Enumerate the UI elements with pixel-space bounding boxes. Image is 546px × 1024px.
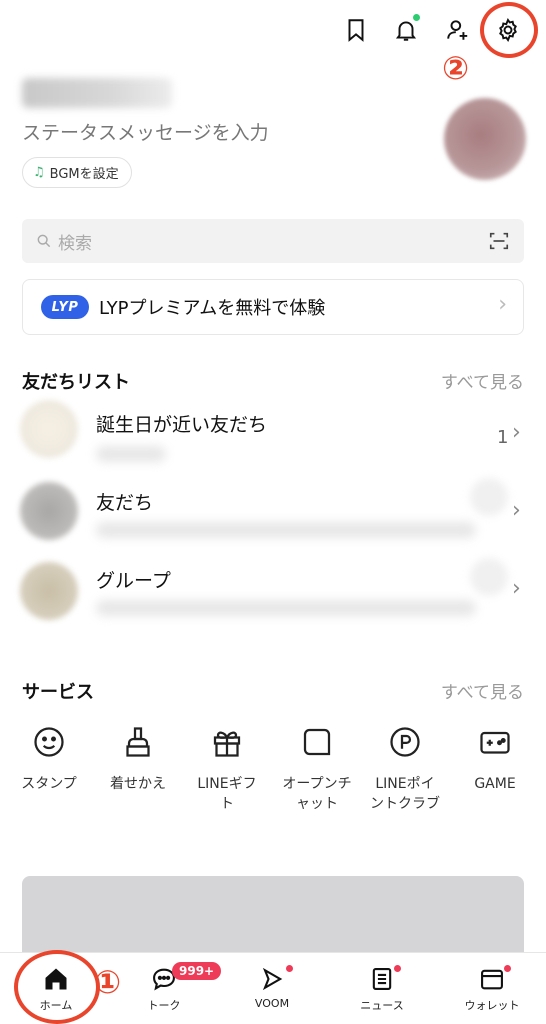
brush-icon: [126, 727, 150, 757]
smiley-icon: [34, 727, 64, 757]
gift-icon: [213, 731, 241, 757]
groups-row-label: グループ: [96, 570, 171, 592]
promo-banner-placeholder[interactable]: [22, 876, 524, 956]
friends-section-title: 友だちリスト: [22, 372, 130, 393]
service-gift-label: LINEギフト: [197, 776, 257, 813]
scan-icon[interactable]: [488, 230, 510, 252]
voom-icon: [262, 967, 283, 991]
wallet-icon: [481, 969, 503, 990]
gamepad-icon: [480, 731, 510, 754]
birthday-row-blurred-names: [96, 446, 166, 462]
search-placeholder: 検索: [58, 233, 92, 254]
open-chat-icon: [303, 728, 331, 756]
chevron-right-icon: ›: [512, 576, 521, 601]
groups-row-blurred-thumb: [470, 558, 508, 596]
news-notification-dot: [394, 965, 401, 972]
add-friend-icon: [447, 20, 468, 40]
friends-row-label: 友だち: [96, 492, 154, 514]
nav-news-label: ニュース: [360, 999, 404, 1012]
home-annotation-number: ①: [94, 963, 122, 1001]
nav-talk[interactable]: トーク 999+: [124, 962, 222, 1013]
bgm-button[interactable]: ♫ BGMを設定: [22, 157, 132, 188]
services-see-all-link[interactable]: すべて見る: [441, 678, 524, 703]
lyp-logo: LYP: [41, 295, 89, 319]
profile-avatar[interactable]: [444, 98, 526, 180]
profile-name-blurred: [22, 78, 172, 108]
nav-wallet-label: ウォレット: [464, 999, 520, 1012]
wallet-notification-dot: [504, 965, 511, 972]
groups-avatar: [20, 562, 78, 620]
voom-notification-dot: [286, 965, 293, 972]
nav-news[interactable]: ニュース: [342, 965, 422, 1013]
lyp-banner-text: LYPプレミアムを無料で体験: [99, 298, 326, 319]
settings-highlight-circle: [480, 2, 538, 58]
nav-voom[interactable]: VOOM: [232, 965, 312, 1010]
groups-row-blurred-names: [96, 600, 476, 616]
home-highlight-circle: [14, 950, 100, 1024]
friends-avatar: [20, 482, 78, 540]
service-points[interactable]: LINEポイントクラブ: [370, 722, 440, 815]
nav-voom-label: VOOM: [254, 997, 290, 1010]
birthday-count: 1: [497, 427, 509, 448]
friends-row-blurred-thumb: [470, 478, 508, 516]
bookmark-button[interactable]: [340, 14, 372, 46]
search-icon: [37, 234, 51, 248]
service-game[interactable]: GAME: [460, 722, 530, 794]
music-note-icon: ♫: [33, 165, 45, 180]
lyp-premium-banner[interactable]: LYP LYPプレミアムを無料で体験 ›: [22, 279, 524, 335]
service-gift[interactable]: LINEギフト: [192, 722, 262, 815]
service-open-chat-label: オープンチャット: [282, 776, 352, 813]
services-section-title: サービス: [22, 682, 94, 703]
birthday-avatar: [20, 400, 78, 458]
settings-annotation-number: ②: [442, 49, 470, 87]
service-points-label: LINEポイントクラブ: [370, 776, 440, 813]
bgm-label: BGMを設定: [49, 167, 119, 182]
nav-wallet[interactable]: ウォレット: [452, 965, 532, 1013]
service-theme-label: 着せかえ: [110, 776, 166, 792]
friends-see-all-link[interactable]: すべて見る: [441, 368, 524, 393]
points-icon: [390, 727, 420, 757]
service-stamp-label: スタンプ: [21, 776, 77, 792]
service-stamp[interactable]: スタンプ: [14, 722, 84, 794]
service-theme[interactable]: 着せかえ: [103, 722, 173, 794]
service-open-chat[interactable]: オープンチャット: [282, 722, 352, 815]
chevron-right-icon: ›: [512, 498, 521, 523]
service-game-label: GAME: [474, 776, 516, 792]
notifications-button[interactable]: [390, 14, 422, 46]
notification-dot: [413, 14, 420, 21]
unread-badge: 999+: [172, 962, 222, 980]
bookmark-icon: [348, 19, 364, 42]
news-icon: [372, 968, 392, 990]
friends-row-blurred-names: [96, 522, 476, 538]
birthday-row-label: 誕生日が近い友だち: [96, 414, 268, 436]
nav-talk-label: トーク: [147, 999, 181, 1012]
search-bar[interactable]: 検索: [22, 219, 524, 263]
chevron-right-icon: ›: [498, 292, 507, 317]
status-message-input[interactable]: ステータスメッセージを入力: [22, 118, 269, 145]
add-friend-button[interactable]: [442, 14, 474, 46]
chevron-right-icon: ›: [512, 420, 521, 445]
